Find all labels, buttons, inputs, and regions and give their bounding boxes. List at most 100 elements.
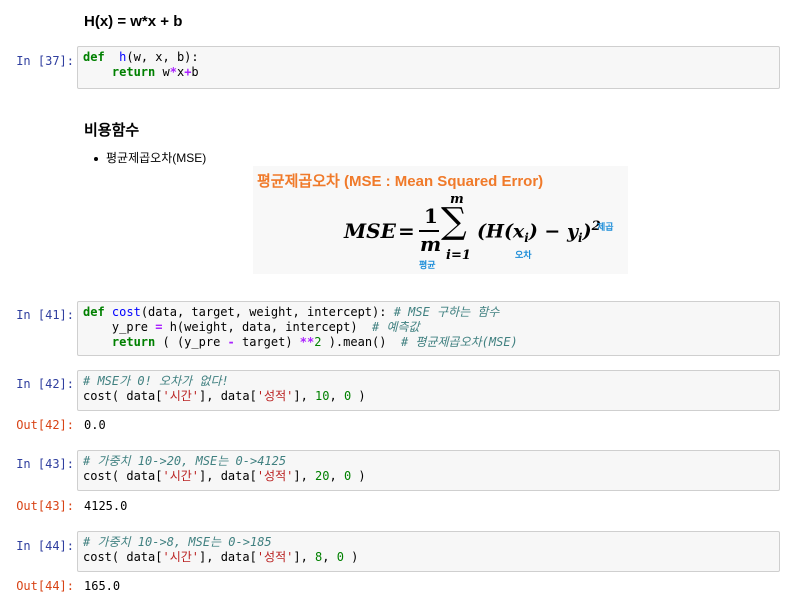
formula-body: (H(xi) − yi)2 (477, 219, 601, 245)
cell-prompt-in-41: In [41]: (16, 308, 74, 322)
sigma-icon: ∑ (441, 201, 467, 242)
label-square: 제곱 (597, 223, 614, 233)
code-line: def h(w, x, b): (83, 50, 774, 65)
cell-prompt-out-42: Out[42]: (16, 418, 74, 432)
cell-prompt-in-43: In [43]: (16, 457, 74, 471)
code-token: , (329, 389, 344, 403)
markdown-heading-hypothesis: H(x) = w*x + b (84, 13, 183, 30)
cell-prompt-in-37: In [37]: (16, 54, 74, 68)
code-cell-37[interactable]: def h(w, x, b): return w*x+b (77, 46, 780, 89)
code-token: ).mean() (321, 335, 401, 349)
cell-output-44: 165.0 (84, 579, 121, 593)
code-lines: # MSE가 0! 오차가 없다! cost( data['시간'], data[… (83, 374, 774, 404)
code-token: # 평균제곱오차(MSE) (400, 335, 518, 349)
code-token: ) (351, 389, 366, 403)
bullet-text: 평균제곱오차(MSE) (106, 151, 207, 165)
code-line: cost( data['시간'], data['성적'], 8, 0 ) (83, 550, 774, 565)
cell-prompt-in-44: In [44]: (16, 539, 74, 553)
code-token: b (191, 65, 199, 79)
code-token: ], data[ (199, 389, 257, 403)
code-token: (data, target, weight, intercept): (140, 305, 394, 319)
code-token: y_pre (83, 320, 156, 334)
code-line: cost( data['시간'], data['성적'], 10, 0 ) (83, 389, 774, 404)
code-token: cost( data[ (83, 389, 163, 403)
code-lines: def cost(data, target, weight, intercept… (83, 305, 774, 350)
code-line: cost( data['시간'], data['성적'], 20, 0 ) (83, 469, 774, 484)
code-cell-44[interactable]: # 가중치 10->8, MSE는 0->185 cost( data['시간']… (77, 531, 780, 572)
code-token: cost( data[ (83, 550, 163, 564)
code-lines: # 가중치 10->8, MSE는 0->185 cost( data['시간']… (83, 535, 774, 565)
code-token: def (83, 50, 105, 64)
code-token: ) (351, 469, 366, 483)
code-token: def (83, 305, 105, 319)
code-token: return (111, 335, 156, 349)
markdown-bullet-item: 평균제곱오차(MSE) (94, 149, 206, 166)
code-line: def cost(data, target, weight, intercept… (83, 305, 774, 320)
code-token: cost( data[ (83, 469, 163, 483)
code-token: target) (234, 335, 300, 349)
code-line: # MSE가 0! 오차가 없다! (83, 374, 774, 389)
code-token: , (322, 550, 337, 564)
code-token: ( (y_pre (155, 335, 228, 349)
formula-body-y: ) − y (528, 220, 579, 243)
code-token: ], data[ (199, 550, 257, 564)
code-token: ** (299, 335, 315, 349)
formula-equals: = (398, 219, 415, 243)
code-token: '성적' (256, 389, 294, 403)
cell-prompt-out-44: Out[44]: (16, 579, 74, 593)
code-cell-43[interactable]: # 가중치 10->20, MSE는 0->4125 cost( data['시간… (77, 450, 780, 491)
code-token: 0 (336, 550, 344, 564)
mse-formula-image: 평균제곱오차 (MSE : Mean Squared Error) MSE = … (253, 166, 628, 274)
cell-output-42: 0.0 (84, 418, 106, 432)
code-token: ], (293, 469, 316, 483)
code-token: ], (293, 550, 316, 564)
code-token: w (155, 65, 170, 79)
code-line: return ( (y_pre - target) **2 ).mean() #… (83, 335, 774, 350)
code-lines: def h(w, x, b): return w*x+b (83, 50, 774, 80)
code-token: # MSE 구하는 함수 (393, 305, 500, 319)
code-token: # MSE가 0! 오차가 없다! (83, 374, 229, 388)
markdown-heading-cost-function: 비용함수 (84, 122, 140, 139)
code-token: , (329, 469, 344, 483)
code-token: cost (111, 305, 141, 319)
formula-body-close: ) (582, 220, 592, 243)
formula-body-h: (H(x (477, 220, 525, 243)
code-token: ], data[ (199, 469, 257, 483)
code-token: * (169, 65, 177, 79)
formula-frac-numerator: 1 (424, 204, 438, 228)
formula-sum-lower: i=1 (446, 248, 471, 263)
code-token: (w, x, b): (126, 50, 199, 64)
code-token: ) (343, 550, 359, 564)
code-token: 10 (315, 389, 330, 403)
code-line: # 가중치 10->8, MSE는 0->185 (83, 535, 774, 550)
code-token: 20 (315, 469, 330, 483)
code-cell-42[interactable]: # MSE가 0! 오차가 없다! cost( data['시간'], data[… (77, 370, 780, 411)
formula-title: 평균제곱오차 (MSE : Mean Squared Error) (257, 173, 544, 190)
formula-frac-denominator: m (420, 232, 442, 256)
code-token: ], (293, 389, 316, 403)
code-token: '성적' (256, 469, 294, 483)
code-cell-41[interactable]: def cost(data, target, weight, intercept… (77, 301, 780, 356)
cell-output-43: 4125.0 (84, 499, 128, 513)
label-average: 평균 (419, 261, 436, 271)
code-token: '시간' (162, 550, 200, 564)
code-token: h(weight, data, intercept) (162, 320, 372, 334)
code-line: return w*x+b (83, 65, 774, 80)
bullet-dot-icon (94, 156, 98, 161)
cell-prompt-in-42: In [42]: (16, 377, 74, 391)
code-token: '성적' (256, 550, 294, 564)
code-lines: # 가중치 10->20, MSE는 0->4125 cost( data['시간… (83, 454, 774, 484)
code-token: - (227, 335, 235, 349)
code-token: # 가중치 10->8, MSE는 0->185 (83, 535, 272, 549)
code-token: return (111, 65, 156, 79)
formula-lhs: MSE (344, 219, 396, 243)
label-error: 오차 (515, 251, 532, 261)
cell-prompt-out-43: Out[43]: (16, 499, 74, 513)
code-token: '시간' (162, 389, 200, 403)
code-token: '시간' (162, 469, 200, 483)
code-token: # 가중치 10->20, MSE는 0->4125 (83, 454, 287, 468)
